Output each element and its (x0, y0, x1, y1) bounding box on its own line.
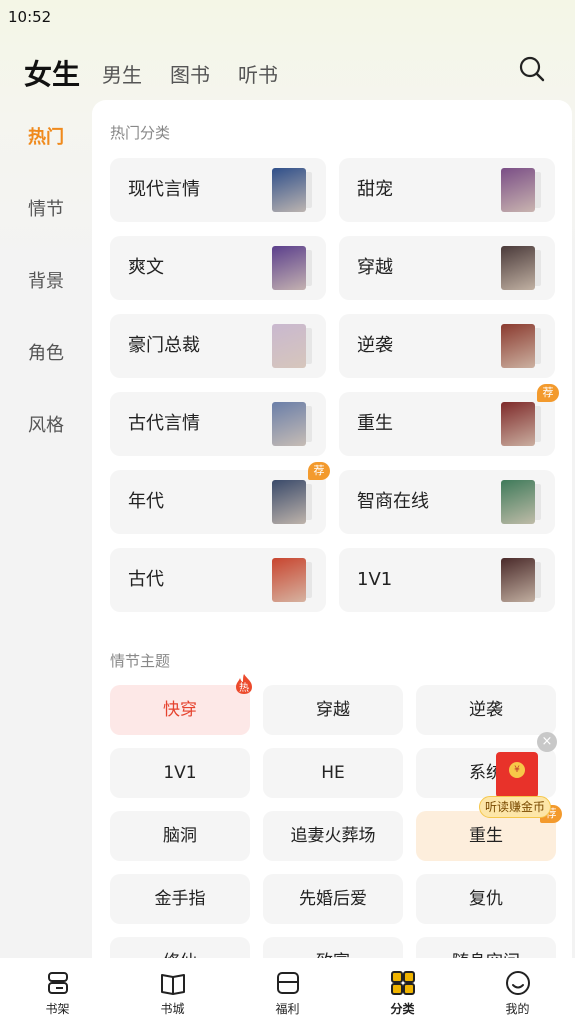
side-item-background[interactable]: 背景 (0, 244, 92, 316)
bottom-nav: 书架 书城 福利 分类 我的 (0, 958, 575, 1024)
book-cover-image (272, 324, 312, 368)
category-label: 豪门总裁 (128, 335, 200, 356)
tab-audio[interactable]: 听书 (238, 60, 278, 90)
plot-theme-chip[interactable]: 金手指 (110, 874, 250, 924)
category-label: 现代言情 (128, 179, 200, 200)
wallet-icon (276, 972, 299, 994)
category-card[interactable]: 智商在线 (339, 470, 555, 534)
grid-icon (390, 971, 415, 995)
side-menu: 热门 情节 背景 角色 风格 (0, 100, 92, 460)
category-card[interactable]: 穿越 (339, 236, 555, 300)
plot-theme-chip[interactable]: 追妻火葬场 (263, 811, 403, 861)
promo-close-icon[interactable]: × (537, 732, 557, 752)
plot-theme-chip[interactable]: 穿越 (263, 685, 403, 735)
category-card[interactable]: 年代 荐 (110, 462, 330, 534)
category-card[interactable]: 豪门总裁 (110, 314, 326, 378)
side-item-style[interactable]: 风格 (0, 388, 92, 460)
tab-books[interactable]: 图书 (170, 60, 210, 90)
side-item-plot[interactable]: 情节 (0, 172, 92, 244)
smile-icon (505, 971, 530, 995)
nav-bookstore-label: 书城 (160, 1002, 185, 1016)
category-card[interactable]: 重生 荐 (339, 384, 559, 456)
category-label: 古代 (128, 569, 164, 590)
category-label: 穿越 (357, 257, 393, 278)
plot-theme-chip[interactable]: 脑洞 (110, 811, 250, 861)
category-label: 智商在线 (357, 491, 429, 512)
plot-themes-title: 情节主题 (110, 652, 171, 670)
side-item-hot[interactable]: 热门 (0, 100, 92, 172)
tab-female[interactable]: 女生 (24, 60, 80, 90)
book-cover-image (501, 402, 541, 446)
book-cover-image (501, 324, 541, 368)
nav-welfare-label: 福利 (275, 1002, 300, 1016)
plot-theme-chip[interactable]: 致富 (263, 937, 403, 960)
nav-me[interactable]: 我的 (460, 958, 575, 1024)
content-panel: 热门分类 现代言情 甜宠 爽文 穿越 豪门总裁 逆袭 古代言情 重生荐年代荐智商在线 古代 1V1… (92, 100, 572, 960)
nav-bookshelf[interactable]: 书架 (0, 958, 115, 1024)
plot-theme-chip[interactable]: 1V1 (110, 748, 250, 798)
nav-bookshelf-label: 书架 (45, 1002, 70, 1016)
plot-theme-chip[interactable]: 快穿 (110, 685, 250, 735)
category-label: 古代言情 (128, 413, 200, 434)
category-card[interactable]: 1V1 (339, 548, 555, 612)
category-card[interactable]: 甜宠 (339, 158, 555, 222)
coin-icon: ¥ (509, 762, 525, 778)
nav-category[interactable]: 分类 (345, 958, 460, 1024)
category-card[interactable]: 爽文 (110, 236, 326, 300)
book-cover-image (501, 246, 541, 290)
book-cover-image (272, 246, 312, 290)
category-label: 重生 (357, 413, 393, 434)
book-cover-image (501, 168, 541, 212)
plot-theme-chip[interactable]: HE (263, 748, 403, 798)
hot-flame-icon: 热 (234, 673, 254, 695)
earn-coins-button[interactable]: 听读赚金币 (479, 796, 551, 818)
open-book-icon (160, 974, 185, 995)
category-label: 1V1 (357, 569, 393, 590)
recommend-badge: 荐 (537, 384, 559, 402)
category-label: 年代 (128, 491, 164, 512)
book-cover-image (272, 402, 312, 446)
hot-categories-title: 热门分类 (110, 124, 171, 142)
category-card[interactable]: 现代言情 (110, 158, 326, 222)
plot-theme-chip[interactable]: 修仙 (110, 937, 250, 960)
hot-badge-label: 热 (239, 683, 249, 694)
top-tabs: 女生 男生 图书 听书 (24, 50, 306, 90)
red-packet-icon[interactable]: ¥ (496, 752, 538, 798)
bookshelf-icon (47, 972, 68, 994)
plot-theme-chip[interactable]: 逆袭 (416, 685, 556, 735)
status-time: 10:52 (8, 8, 52, 26)
recommend-badge: 荐 (308, 462, 330, 480)
book-cover-image (501, 480, 541, 524)
search-icon[interactable] (518, 55, 546, 83)
category-label: 逆袭 (357, 335, 393, 356)
plot-theme-chip[interactable]: 随身空间 (416, 937, 556, 960)
category-card[interactable]: 古代言情 (110, 392, 326, 456)
plot-theme-chip[interactable]: 先婚后爱 (263, 874, 403, 924)
book-cover-image (501, 558, 541, 602)
book-cover-image (272, 480, 312, 524)
plot-theme-chip[interactable]: 复仇 (416, 874, 556, 924)
book-cover-image (272, 168, 312, 212)
side-item-role[interactable]: 角色 (0, 316, 92, 388)
nav-bookstore[interactable]: 书城 (115, 958, 230, 1024)
nav-me-label: 我的 (505, 1002, 530, 1016)
category-label: 甜宠 (357, 179, 393, 200)
category-card[interactable]: 逆袭 (339, 314, 555, 378)
tab-male[interactable]: 男生 (102, 60, 142, 90)
plot-theme-chip[interactable]: 重生 (416, 811, 556, 861)
book-cover-image (272, 558, 312, 602)
category-label: 爽文 (128, 257, 164, 278)
category-card[interactable]: 古代 (110, 548, 326, 612)
nav-welfare[interactable]: 福利 (230, 958, 345, 1024)
nav-category-label: 分类 (390, 1002, 415, 1016)
